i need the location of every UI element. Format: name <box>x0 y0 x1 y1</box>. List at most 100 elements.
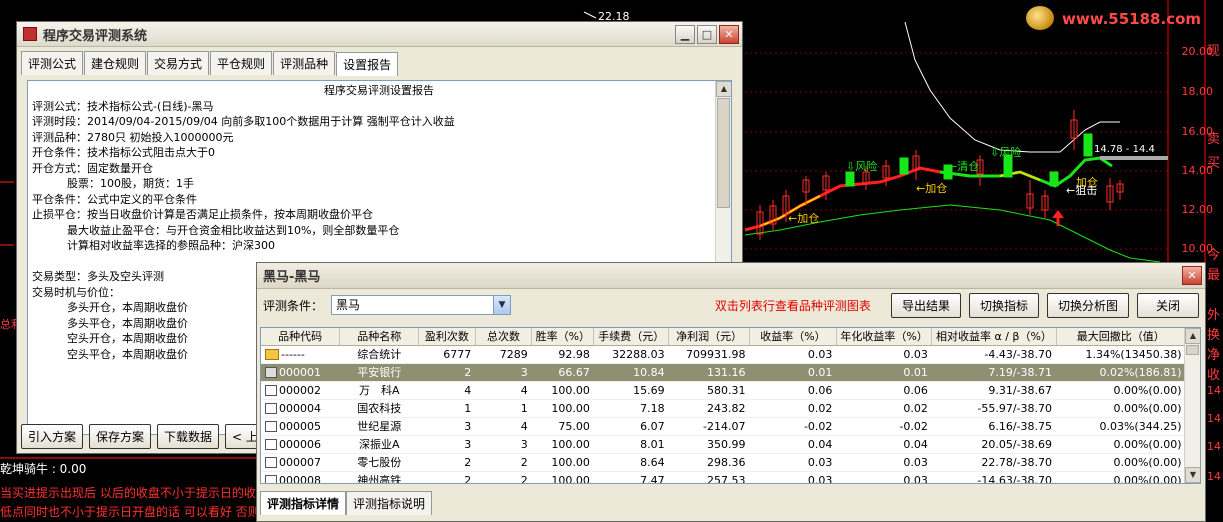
chart-annotation: ⇩风险 <box>846 160 878 173</box>
quote-panel-label: 14 <box>1207 440 1221 453</box>
table-cell: 0.00%(0.00) <box>1056 453 1186 472</box>
desktop: 22.18 20.00 18.00 16.00 14.00 12.00 10.0… <box>0 0 1223 522</box>
table-row[interactable]: 000004 国农科技 1 1 100.00 7.18 243.82 0.02 0.02 -55.… <box>261 399 1186 418</box>
import-plan-button[interactable]: 引入方案 <box>21 424 84 449</box>
table-cell: 243.82 <box>668 399 750 418</box>
column-header[interactable]: 品种代码 <box>261 328 341 346</box>
close-icon[interactable]: ✕ <box>1182 266 1202 285</box>
table-cell: 平安银行 <box>339 363 419 382</box>
result-dialog: 黑马-黑马 ✕ 评测条件： 黑马 ▼ 双击列表行查看品种评测图表 导出结果 切换… <box>256 262 1206 522</box>
cell-code: 000004 <box>261 399 340 418</box>
switch-chart-button[interactable]: 切换分析图 <box>1046 292 1129 318</box>
column-header[interactable]: 总次数 <box>475 328 533 346</box>
cell-code: 000008 <box>261 471 340 483</box>
table-cell: 万 科A <box>339 381 419 400</box>
column-header[interactable]: 收益率（%） <box>749 328 837 346</box>
minimize-icon[interactable]: ▁ <box>675 25 695 44</box>
table-row[interactable]: 000007 零七股份 2 2 100.00 8.64 298.36 0.03 0.03 22.7… <box>261 453 1186 472</box>
table-cell: 8.01 <box>593 435 669 454</box>
export-results-button[interactable]: 导出结果 <box>890 292 961 318</box>
table-cell: 综合统计 <box>339 345 419 364</box>
table-cell: 0.06 <box>749 381 837 400</box>
report-line: 开仓方式：固定数量开仓 <box>32 161 153 175</box>
scroll-down-icon[interactable]: ▼ <box>1185 467 1200 483</box>
table-row[interactable]: 000002 万 科A 4 4 100.00 15.69 580.31 0.06 0.06 9.3… <box>261 381 1186 400</box>
close-button[interactable]: 关闭 <box>1136 292 1199 318</box>
table-cell: -0.02 <box>749 417 837 436</box>
quote-panel-label: 最 <box>1207 268 1221 283</box>
table-cell: 6.07 <box>593 417 669 436</box>
table-cell: 0.03 <box>749 345 837 364</box>
tab-open-rules[interactable]: 建仓规则 <box>84 51 147 75</box>
document-icon <box>265 474 277 483</box>
table-cell: 世纪星源 <box>339 417 419 436</box>
column-header[interactable]: 年化收益率（%） <box>836 328 933 346</box>
column-header[interactable]: 手续费（元） <box>593 328 670 346</box>
tab-trade-mode[interactable]: 交易方式 <box>147 51 210 75</box>
quote-panel-label: 卖 <box>1207 132 1221 147</box>
column-header[interactable]: 盈利次数 <box>418 328 476 346</box>
table-cell: 66.67 <box>531 363 594 382</box>
result-titlebar[interactable]: 黑马-黑马 ✕ <box>257 263 1205 289</box>
quote-panel-label: 换 <box>1207 328 1221 343</box>
document-icon <box>265 420 277 432</box>
scroll-up-icon[interactable]: ▲ <box>1185 328 1200 344</box>
save-plan-button[interactable]: 保存方案 <box>89 424 152 449</box>
table-cell: 100.00 <box>531 471 594 483</box>
table-cell: 0.00%(0.00) <box>1056 399 1186 418</box>
column-header[interactable]: 最大回撤比（值） <box>1056 328 1187 346</box>
table-cell: 0.02 <box>836 399 932 418</box>
table-row[interactable]: 000008 神州高铁 2 2 100.00 7.47 257.53 0.03 0.03 -14.… <box>261 471 1186 483</box>
scroll-thumb[interactable] <box>1186 345 1199 355</box>
condition-label: 评测条件： <box>263 298 324 313</box>
maximize-icon[interactable]: □ <box>697 25 717 44</box>
tab-indicator-explanation[interactable]: 评测指标说明 <box>346 491 433 515</box>
table-cell: 零七股份 <box>339 453 419 472</box>
cell-code-text: 000007 <box>279 455 321 469</box>
table-cell: 7.19/-38.71 <box>931 363 1057 382</box>
table-row[interactable]: 000001 平安银行 2 3 66.67 10.84 131.16 0.01 0.01 7.19… <box>261 363 1186 382</box>
table-cell: 20.05/-38.69 <box>931 435 1057 454</box>
close-icon[interactable]: ✕ <box>719 25 739 44</box>
table-scrollbar[interactable]: ▲ ▼ <box>1184 328 1200 483</box>
chevron-down-icon[interactable]: ▼ <box>493 296 511 314</box>
document-icon <box>265 366 277 378</box>
tab-indicator-details[interactable]: 评测指标详情 <box>260 491 347 515</box>
table-row[interactable]: 000005 世纪星源 3 4 75.00 6.07 -214.07 -0.02 -0.02 6.… <box>261 417 1186 436</box>
condition-select[interactable]: 黑马 ▼ <box>331 295 512 315</box>
table-cell: 1.34%(13450.38) <box>1056 345 1186 364</box>
switch-indicator-button[interactable]: 切换指标 <box>968 292 1039 318</box>
quote-panel-label: 现 <box>1207 44 1221 59</box>
table-row[interactable]: 000006 深振业A 3 3 100.00 8.01 350.99 0.04 0.04 20.0… <box>261 435 1186 454</box>
cell-code-text: 000002 <box>279 383 321 397</box>
table-cell: 2 <box>418 471 476 483</box>
tab-close-rules[interactable]: 平仓规则 <box>210 51 273 75</box>
table-cell: 0.04 <box>836 435 932 454</box>
table-row[interactable]: ------ 综合统计 6777 7289 92.98 32288.03 709931.98… <box>261 345 1186 364</box>
column-header[interactable]: 相对收益率 α / β（%） <box>931 328 1057 346</box>
bottom-tabs: 评测指标详情 评测指标说明 <box>260 491 433 515</box>
table-cell: 15.69 <box>593 381 669 400</box>
scroll-up-icon[interactable]: ▲ <box>716 81 731 97</box>
scroll-thumb[interactable] <box>717 98 730 208</box>
document-icon <box>265 384 277 396</box>
tab-instruments[interactable]: 评测品种 <box>273 51 336 75</box>
column-header[interactable]: 净利润（元） <box>668 328 750 346</box>
column-header[interactable]: 品种名称 <box>339 328 420 346</box>
report-line: 平仓条件：公式中定义的平仓条件 <box>32 192 197 206</box>
table-cell: 4 <box>418 381 476 400</box>
chart-annotation: ←清仓 <box>948 160 980 173</box>
column-header[interactable]: 胜率（%） <box>531 328 595 346</box>
cell-code: 000006 <box>261 435 340 454</box>
table-cell: 0.06 <box>836 381 932 400</box>
download-data-button[interactable]: 下载数据 <box>157 424 220 449</box>
table-cell: 7.47 <box>593 471 669 483</box>
table-cell: 350.99 <box>668 435 750 454</box>
table-cell: 神州高铁 <box>339 471 419 483</box>
dialog-titlebar[interactable]: 程序交易评测系统 ▁ □ ✕ <box>17 22 742 47</box>
table-cell: 1 <box>475 399 532 418</box>
table-cell: -214.07 <box>668 417 750 436</box>
tab-report[interactable]: 设置报告 <box>336 52 399 76</box>
site-logo: www.55188.com <box>1062 10 1202 28</box>
tab-formula[interactable]: 评测公式 <box>21 51 84 75</box>
